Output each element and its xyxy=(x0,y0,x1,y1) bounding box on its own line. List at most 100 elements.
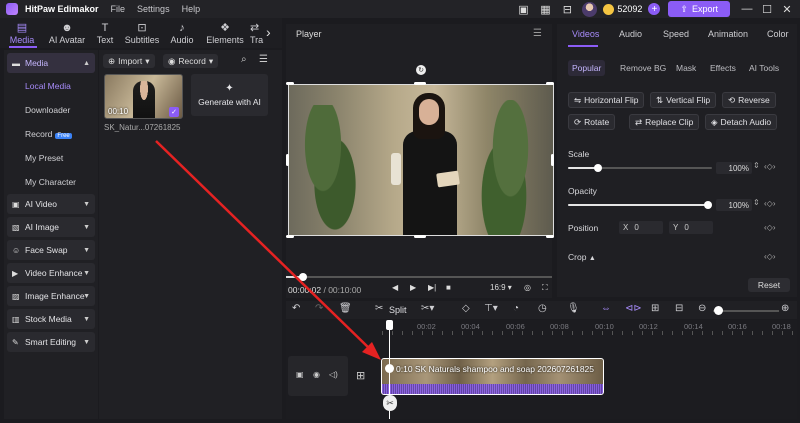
delete-icon[interactable]: 🗑 xyxy=(339,303,352,314)
rotate-button[interactable]: ⟳ Rotate xyxy=(568,114,616,130)
prev-frame-icon[interactable]: ◀ xyxy=(392,283,398,292)
stepper-icon[interactable]: ⇕ xyxy=(753,198,760,207)
search-icon[interactable]: ⌕ xyxy=(241,54,247,65)
split-button[interactable]: Split xyxy=(389,305,407,315)
tab-speed[interactable]: Speed xyxy=(663,29,689,39)
fit-icon[interactable]: ⊟ xyxy=(675,303,683,314)
snapshot-icon[interactable]: ◎ xyxy=(524,283,531,292)
position-y-field[interactable]: Y0 xyxy=(669,221,713,234)
sidebar-group-ai-video[interactable]: ▣ AI Video ▼ xyxy=(7,194,95,214)
microphone-icon[interactable]: 🎙 xyxy=(567,303,580,314)
resize-handle-bl[interactable] xyxy=(286,235,294,238)
subtab-ai-tools[interactable]: AI Tools xyxy=(745,60,783,76)
link-icon[interactable]: ⇔ xyxy=(601,303,611,314)
sidebar-item-my-character[interactable]: My Character xyxy=(25,177,76,187)
tab-audio-props[interactable]: Audio xyxy=(619,29,642,39)
resize-handle-br[interactable] xyxy=(546,235,554,238)
tab-elements[interactable]: ❖ Elements xyxy=(200,18,250,48)
speed-icon[interactable]: ◔ xyxy=(513,303,519,314)
keyframe-nav-icon[interactable]: ‹◇› xyxy=(764,199,775,208)
add-media-to-track-icon[interactable]: ⊞ xyxy=(356,369,365,382)
sidebar-item-local-media[interactable]: Local Media xyxy=(25,81,71,91)
video-preview[interactable] xyxy=(288,84,554,236)
checkmark-icon[interactable]: ✓ xyxy=(169,107,179,117)
add-credits-button[interactable]: + xyxy=(648,3,661,15)
resize-handle-right[interactable] xyxy=(551,154,554,166)
crop-section[interactable]: Crop ▲ xyxy=(568,252,596,262)
record-button[interactable]: ◉ Record ▾ xyxy=(163,54,219,68)
sort-icon[interactable]: ☰ xyxy=(259,54,268,65)
stepper-icon[interactable]: ⇕ xyxy=(753,161,760,170)
keyframe-nav-icon[interactable]: ‹◇› xyxy=(764,252,775,261)
subtab-mask[interactable]: Mask xyxy=(672,60,700,76)
export-button[interactable]: ⇪ Export xyxy=(668,1,730,17)
track-visibility-icon[interactable]: ◉ xyxy=(313,370,320,379)
resize-handle-tr[interactable] xyxy=(546,82,554,85)
player-progress-knob[interactable] xyxy=(299,273,307,281)
minimize-icon[interactable]: — xyxy=(740,3,754,15)
avatar[interactable] xyxy=(582,1,598,17)
subtab-effects[interactable]: Effects xyxy=(706,60,740,76)
subtab-popular[interactable]: Popular xyxy=(568,60,606,76)
vertical-flip-button[interactable]: ⇅ Vertical Flip xyxy=(650,92,717,108)
split-options-icon[interactable]: ✂▾ xyxy=(421,303,434,314)
playhead-handle[interactable] xyxy=(386,320,393,330)
maximize-icon[interactable]: ☐ xyxy=(760,3,774,16)
horizontal-flip-button[interactable]: ⇋ Horizontal Flip xyxy=(568,92,645,108)
shield-icon[interactable]: ◇ xyxy=(462,303,470,314)
split-icon[interactable]: ✂ xyxy=(375,303,383,314)
scale-value-field[interactable]: 100% xyxy=(716,162,752,174)
tab-subtitles[interactable]: ⊡ Subtitles xyxy=(120,18,164,48)
tab-audio[interactable]: ♪ Audio xyxy=(164,18,200,48)
position-x-field[interactable]: X0 xyxy=(619,221,663,234)
play-icon[interactable]: ▶ xyxy=(410,283,416,292)
resize-handle-top[interactable] xyxy=(414,82,426,85)
player-progress-track[interactable] xyxy=(286,276,552,278)
sidebar-group-smart-editing[interactable]: ✎ Smart Editing ▼ xyxy=(7,332,95,352)
reverse-button[interactable]: ⟲ Reverse xyxy=(722,92,776,108)
import-button[interactable]: ⊕ Import ▾ xyxy=(103,54,155,68)
keyframe-nav-icon[interactable]: ‹◇› xyxy=(764,223,775,232)
track-mute-icon[interactable]: ◁) xyxy=(329,370,338,379)
tab-media[interactable]: ▤ Media xyxy=(0,18,44,48)
track-lock-icon[interactable]: ▣ xyxy=(296,370,304,379)
undo-icon[interactable]: ↶ xyxy=(292,303,300,314)
redo-icon[interactable]: ↷ xyxy=(315,303,323,314)
tab-animation[interactable]: Animation xyxy=(708,29,748,39)
sidebar-group-media[interactable]: ▬ Media ▲ xyxy=(7,53,95,73)
menu-icon[interactable]: ☰ xyxy=(533,28,542,39)
tab-videos[interactable]: Videos xyxy=(572,29,599,39)
zoom-slider-knob[interactable] xyxy=(714,306,723,315)
cart-icon[interactable]: ⊟ xyxy=(560,2,574,16)
tab-text[interactable]: T Text xyxy=(90,18,120,48)
timeline-clip[interactable]: 0:10 SK Naturals shampoo and soap 202607… xyxy=(381,358,604,395)
zoom-in-icon[interactable]: ⊕ xyxy=(781,303,789,314)
timeline-ruler[interactable] xyxy=(382,331,793,335)
scale-slider-knob[interactable] xyxy=(594,164,602,172)
close-icon[interactable]: ✕ xyxy=(780,3,794,16)
media-clip-thumbnail[interactable]: 00:10 ✓ xyxy=(104,74,183,119)
rotate-handle-icon[interactable]: ↻ xyxy=(416,65,426,75)
timer-icon[interactable]: ◷ xyxy=(538,303,547,314)
detach-audio-button[interactable]: ◈ Detach Audio xyxy=(705,114,778,130)
window-layout-icon[interactable]: ▣ xyxy=(516,2,530,16)
sidebar-item-my-preset[interactable]: My Preset xyxy=(25,153,63,163)
menu-file[interactable]: File xyxy=(111,4,126,14)
opacity-slider-knob[interactable] xyxy=(704,201,712,209)
sidebar-item-downloader[interactable]: Downloader xyxy=(25,105,70,115)
fullscreen-icon[interactable]: ⛶ xyxy=(542,283,548,293)
sidebar-item-record[interactable]: Record Free xyxy=(25,129,72,139)
resize-handle-left[interactable] xyxy=(286,154,289,166)
sidebar-group-image-enhance[interactable]: ▨ Image Enhance ▼ xyxy=(7,286,95,306)
next-frame-icon[interactable]: ▶| xyxy=(428,283,436,292)
snap-icon[interactable]: ⊞ xyxy=(651,303,659,314)
resize-handle-tl[interactable] xyxy=(286,82,294,85)
tabs-next-icon[interactable]: › xyxy=(266,24,271,40)
sidebar-group-video-enhance[interactable]: ▶ Video Enhance ▼ xyxy=(7,263,95,283)
keyframe-nav-icon[interactable]: ‹◇› xyxy=(764,162,775,171)
menu-help[interactable]: Help xyxy=(182,4,201,14)
resize-handle-bottom[interactable] xyxy=(414,235,426,238)
generate-with-ai-button[interactable]: ✦ Generate with AI xyxy=(191,74,268,116)
tab-color[interactable]: Color xyxy=(767,29,789,39)
zoom-out-icon[interactable]: ⊖ xyxy=(698,303,706,314)
